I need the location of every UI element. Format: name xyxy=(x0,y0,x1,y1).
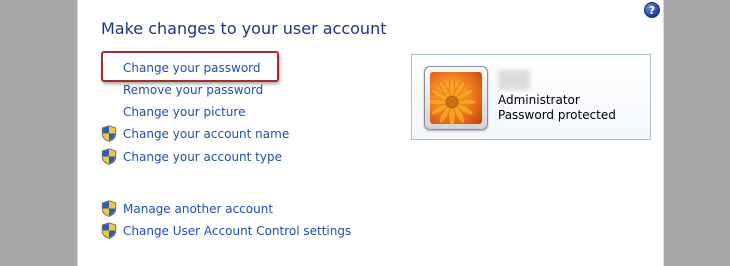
flower-avatar xyxy=(430,72,482,124)
account-type: Administrator xyxy=(498,93,580,107)
help-icon[interactable]: ? xyxy=(644,2,660,18)
background-right xyxy=(664,0,730,266)
uac-shield-icon xyxy=(101,148,117,165)
background-left xyxy=(0,0,77,266)
account-name-redacted xyxy=(498,70,530,90)
change-picture-link[interactable]: Change your picture xyxy=(123,105,245,119)
avatar xyxy=(424,66,488,130)
change-account-type-link[interactable]: Change your account type xyxy=(123,150,282,164)
account-status: Password protected xyxy=(498,108,616,122)
manage-another-account-link[interactable]: Manage another account xyxy=(123,202,273,216)
remove-password-link[interactable]: Remove your password xyxy=(123,83,263,97)
highlight-box xyxy=(101,51,279,82)
uac-shield-icon xyxy=(101,125,117,142)
page-title: Make changes to your user account xyxy=(101,19,387,38)
uac-settings-link[interactable]: Change User Account Control settings xyxy=(123,224,351,238)
change-account-name-link[interactable]: Change your account name xyxy=(123,127,289,141)
uac-shield-icon xyxy=(101,200,117,217)
uac-shield-icon xyxy=(101,222,117,239)
